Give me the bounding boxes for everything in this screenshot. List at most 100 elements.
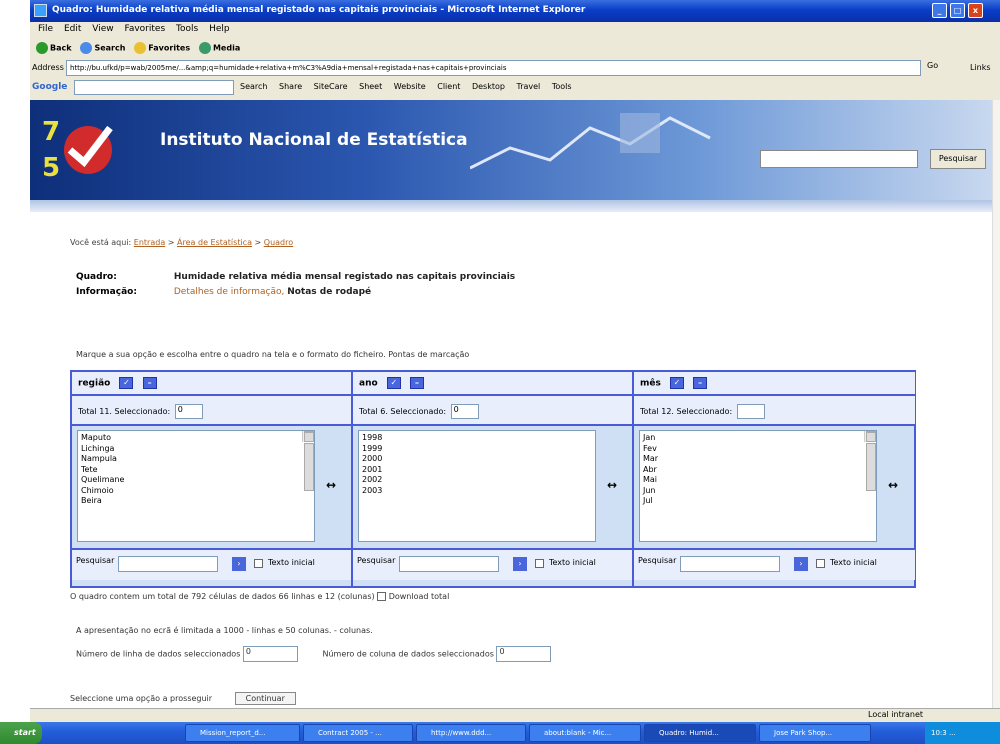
year-listbox[interactable]: 1998 1999 2000 2001 2002 2003 [358,430,596,542]
search-go-button[interactable]: › [232,557,246,571]
list-item[interactable]: 2000 [362,454,592,465]
google-item[interactable]: Desktop [472,82,505,91]
list-item[interactable]: Jul [643,496,873,507]
page-scrollbar[interactable] [992,100,1000,708]
breadcrumb-link-quadro[interactable]: Quadro [264,238,293,247]
close-button[interactable]: x [968,3,983,18]
table-info: Quadro: Humidade relativa média mensal r… [76,272,515,302]
list-item[interactable]: Jun [643,486,873,497]
site-search-input[interactable] [760,150,918,168]
menu-favorites[interactable]: Favorites [124,24,165,34]
deselect-all-button[interactable]: – [409,377,424,389]
menu-view[interactable]: View [92,24,113,34]
list-row: Jan Fev Mar Abr Mai Jun Jul ↔ [634,426,915,550]
list-item[interactable]: Mar [643,454,873,465]
deselect-all-button[interactable]: – [693,377,708,389]
search-button[interactable]: Search [80,42,125,54]
google-search-input[interactable] [74,80,234,95]
display-limit-text: A apresentação no ecrã é limitada a 1000… [76,626,373,635]
selected-count-field[interactable] [736,404,765,419]
swap-arrows-icon[interactable]: ↔ [888,478,898,492]
taskbar-item-active[interactable]: Quadro: Humid... [644,724,756,742]
taskbar-item[interactable]: Jose Park Shop... [759,724,871,742]
selected-count-field[interactable]: 0 [450,404,479,419]
list-item[interactable]: Lichinga [81,444,311,455]
start-button[interactable]: start [0,722,42,744]
selected-count-field[interactable]: 0 [174,404,203,419]
google-item[interactable]: Share [279,82,302,91]
media-button[interactable]: Media [198,42,240,54]
menu-tools[interactable]: Tools [176,24,198,34]
list-item[interactable]: Beira [81,496,311,507]
list-scrollbar[interactable] [864,431,876,491]
google-item[interactable]: Search [240,82,267,91]
region-listbox[interactable]: Maputo Lichinga Nampula Tete Quelimane C… [77,430,315,542]
list-item[interactable]: 2002 [362,475,592,486]
maximize-button[interactable]: □ [950,3,965,18]
google-item[interactable]: Tools [552,82,572,91]
google-item[interactable]: Client [437,82,460,91]
initial-text-checkbox[interactable] [535,559,544,568]
month-listbox[interactable]: Jan Fev Mar Abr Mai Jun Jul [639,430,877,542]
details-link[interactable]: Detalhes de informação, [174,287,284,297]
media-icon [198,42,211,54]
list-row: 1998 1999 2000 2001 2002 2003 ↔ [353,426,632,550]
taskbar-item[interactable]: about:blank - Mic... [529,724,641,742]
list-item[interactable]: Fev [643,444,873,455]
search-go-button[interactable]: › [513,557,527,571]
google-item[interactable]: Travel [517,82,541,91]
google-item[interactable]: Website [394,82,426,91]
region-column: região ✓ – Total 11. Seleccionado: 0 Map… [72,372,353,586]
swap-arrows-icon[interactable]: ↔ [607,478,617,492]
list-item[interactable]: Nampula [81,454,311,465]
google-toolbar: Google Search Share SiteCare Sheet Websi… [30,78,1000,98]
list-item[interactable]: 2003 [362,486,592,497]
initial-text-checkbox[interactable] [254,559,263,568]
links-button[interactable]: Links [970,63,991,72]
list-search-input[interactable] [680,556,780,572]
taskbar-item[interactable]: Mission_report_d... [185,724,300,742]
list-item[interactable]: Mai [643,475,873,486]
list-item[interactable]: Quelimane [81,475,311,486]
list-item[interactable]: 1998 [362,433,592,444]
list-item[interactable]: Abr [643,465,873,476]
breadcrumb-link-area[interactable]: Área de Estatística [177,238,252,247]
select-all-button[interactable]: ✓ [386,377,401,389]
banner-stripe [30,200,992,212]
list-item[interactable]: 1999 [362,444,592,455]
download-total-checkbox[interactable] [377,592,387,601]
menu-file[interactable]: File [38,24,53,34]
select-all-button[interactable]: ✓ [669,377,684,389]
list-scrollbar[interactable] [302,431,314,491]
favorites-button[interactable]: Favorites [134,42,190,54]
menu-help[interactable]: Help [209,24,230,34]
address-input[interactable]: http://bu.ufkd/p=wab/2005me/...&amp;q=hu… [66,60,921,76]
taskbar-item[interactable]: http://www.ddd... [416,724,526,742]
site-search-button[interactable]: Pesquisar [930,149,986,169]
continue-button[interactable]: Continuar [234,692,296,705]
list-search-input[interactable] [118,556,218,572]
selected-cols-field[interactable]: 0 [496,646,552,662]
swap-arrows-icon[interactable]: ↔ [326,478,336,492]
taskbar-item[interactable]: Contract 2005 - ... [303,724,413,742]
selected-rows-field[interactable]: 0 [242,646,298,662]
list-item[interactable]: Chimoio [81,486,311,497]
google-item[interactable]: Sheet [359,82,382,91]
page-content: 7 5 Instituto Nacional de Estatística Pe… [30,100,992,708]
deselect-all-button[interactable]: – [142,377,157,389]
search-go-button[interactable]: › [794,557,808,571]
list-item[interactable]: Maputo [81,433,311,444]
back-button[interactable]: Back [36,42,72,54]
list-item[interactable]: Tete [81,465,311,476]
breadcrumb-link-entrada[interactable]: Entrada [134,238,165,247]
go-button[interactable]: Go [927,61,938,70]
footnotes-link[interactable]: Notas de rodapé [287,287,371,297]
list-item[interactable]: 2001 [362,465,592,476]
select-all-button[interactable]: ✓ [119,377,134,389]
initial-text-checkbox[interactable] [816,559,825,568]
list-search-input[interactable] [399,556,499,572]
google-item[interactable]: SiteCare [314,82,348,91]
list-item[interactable]: Jan [643,433,873,444]
minimize-button[interactable]: _ [932,3,947,18]
menu-edit[interactable]: Edit [64,24,81,34]
